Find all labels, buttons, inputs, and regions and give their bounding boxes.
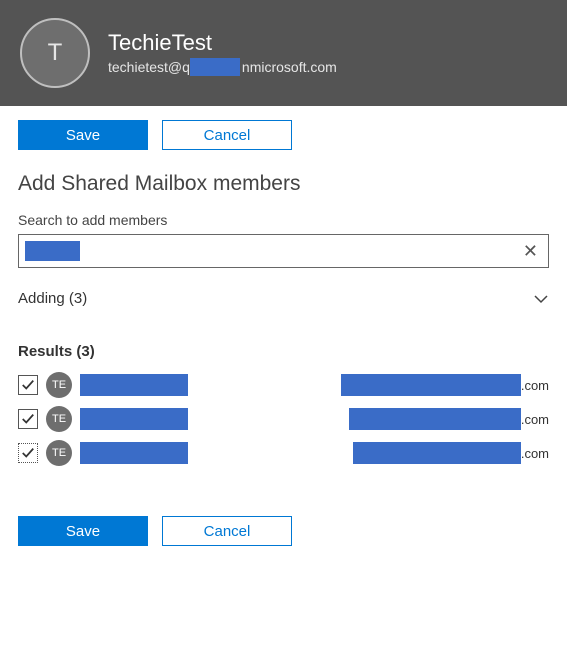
header: T TechieTest techietest@q nmicrosoft.com xyxy=(0,0,567,106)
checkbox[interactable] xyxy=(18,443,38,463)
member-avatar: TE xyxy=(46,406,72,432)
email-suffix: .com xyxy=(521,412,549,427)
redacted-segment xyxy=(80,408,188,430)
mailbox-email: techietest@q nmicrosoft.com xyxy=(108,58,337,76)
cancel-button[interactable]: Cancel xyxy=(162,516,292,546)
member-email: .com xyxy=(218,408,549,430)
result-row: TE .com xyxy=(18,438,549,468)
checkbox[interactable] xyxy=(18,375,38,395)
member-email: .com xyxy=(218,442,549,464)
email-prefix: techietest@q xyxy=(108,59,190,75)
member-avatar: TE xyxy=(46,372,72,398)
member-avatar: TE xyxy=(46,440,72,466)
search-field[interactable]: ✕ xyxy=(18,234,549,268)
result-row: TE .com xyxy=(18,404,549,434)
clear-search-icon[interactable]: ✕ xyxy=(519,241,542,262)
redacted-segment xyxy=(349,408,521,430)
checkbox[interactable] xyxy=(18,409,38,429)
adding-label: Adding (3) xyxy=(18,290,87,307)
search-input[interactable] xyxy=(80,243,519,259)
member-name xyxy=(80,442,210,464)
mailbox-title: TechieTest xyxy=(108,30,337,56)
header-text: TechieTest techietest@q nmicrosoft.com xyxy=(108,30,337,76)
adding-toggle[interactable]: Adding (3) xyxy=(18,290,549,307)
redacted-segment xyxy=(341,374,521,396)
redacted-segment xyxy=(80,442,188,464)
email-suffix: .com xyxy=(521,378,549,393)
content: Save Cancel Add Shared Mailbox members S… xyxy=(0,106,567,598)
cancel-button[interactable]: Cancel xyxy=(162,120,292,150)
bottom-button-row: Save Cancel xyxy=(18,516,549,546)
email-suffix: .com xyxy=(521,446,549,461)
search-label: Search to add members xyxy=(18,212,549,228)
member-name xyxy=(80,408,210,430)
save-button[interactable]: Save xyxy=(18,516,148,546)
redacted-segment xyxy=(80,374,188,396)
email-suffix: nmicrosoft.com xyxy=(242,59,337,75)
redacted-segment xyxy=(353,442,521,464)
member-email: .com xyxy=(218,374,549,396)
avatar-initial: T xyxy=(48,39,63,67)
avatar: T xyxy=(20,18,90,88)
results-list: TE .com TE .com TE .com xyxy=(18,370,549,468)
top-button-row: Save Cancel xyxy=(18,120,549,150)
section-title: Add Shared Mailbox members xyxy=(18,172,549,196)
results-title: Results (3) xyxy=(18,343,549,360)
chevron-down-icon xyxy=(533,291,549,307)
member-name xyxy=(80,374,210,396)
result-row: TE .com xyxy=(18,370,549,400)
save-button[interactable]: Save xyxy=(18,120,148,150)
redacted-segment xyxy=(190,58,240,76)
redacted-segment xyxy=(25,241,80,261)
